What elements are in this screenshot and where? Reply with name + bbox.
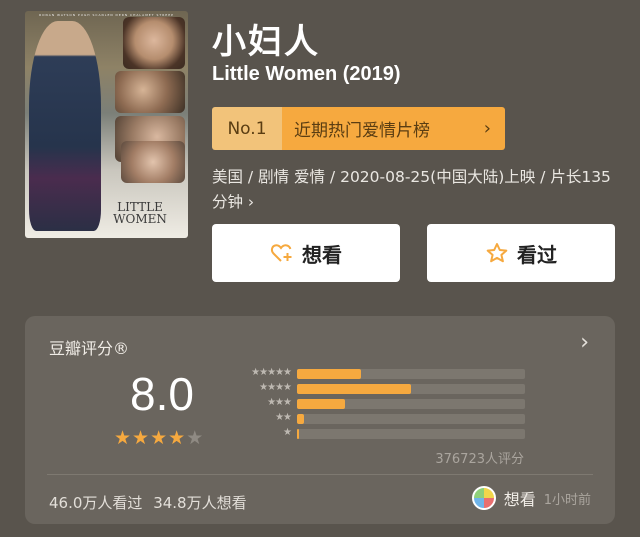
avatar [471, 486, 496, 510]
poster-figure-middle [115, 71, 185, 113]
movie-poster[interactable]: RONAN WATSON PUGH SCANLEN DERN CHALAMET … [25, 11, 188, 238]
rating-bar-fill [297, 369, 361, 379]
star-filled-icon: ★ [132, 427, 150, 449]
star-filled-icon: ★ [114, 427, 132, 449]
recent-activity-action: 想看 [503, 490, 536, 509]
movie-title-cn: 小妇人 [212, 22, 320, 62]
poster-title-line2: WOMEN [113, 212, 167, 226]
rating-bar-track [297, 414, 525, 424]
rating-bar-fill [297, 414, 304, 424]
rating-bar-track [297, 429, 525, 439]
poster-figure-main [29, 21, 101, 231]
rating-count: 376723人评分 [435, 452, 524, 467]
recent-activity[interactable]: 想看 1小时前 [471, 486, 591, 510]
poster-title: LITTLE WOMEN [100, 201, 180, 225]
rank-number: No.1 [212, 107, 282, 150]
rating-bar-fill [297, 429, 299, 439]
chevron-right-icon: › [483, 118, 491, 139]
rating-bar-stars-label: ★★★★★ [251, 367, 292, 378]
rating-bar-3-star: ★★★ [231, 397, 531, 409]
rating-bar-fill [297, 384, 411, 394]
rating-bar-stars-label: ★★ [275, 412, 292, 423]
rating-stars: ★ ★ ★ ★ ★ [114, 428, 203, 448]
watch-stats: 46.0万人看过 34.8万人想看 [49, 492, 247, 513]
rating-bar-stars-label: ★ [283, 427, 292, 438]
rank-label: 近期热门爱情片榜 [294, 121, 430, 141]
rating-card[interactable]: 豆瓣评分® › 8.0 ★ ★ ★ ★ ★ ★★★★★ ★★★★ ★★★ ★★ ★ 376723… [25, 316, 615, 524]
rating-header: 豆瓣评分® [49, 339, 130, 358]
want-to-watch-button[interactable]: 想看 [212, 224, 400, 282]
rank-list: 近期热门爱情片榜 › [282, 107, 505, 150]
rating-bar-4-star: ★★★★ [231, 382, 531, 394]
movie-title-en: Little Women (2019) [212, 63, 401, 85]
seen-count: 46.0万人看过 [49, 494, 143, 512]
rating-bar-2-star: ★★ [231, 412, 531, 424]
watched-label: 看过 [517, 242, 557, 267]
star-filled-icon: ★ [168, 427, 186, 449]
rank-badge[interactable]: No.1 近期热门爱情片榜 › [212, 107, 505, 150]
star-empty-icon: ★ [186, 427, 204, 449]
poster-figure-bottom [121, 141, 185, 183]
poster-figure-top [123, 17, 185, 69]
divider [47, 474, 593, 475]
rating-bar-fill [297, 399, 345, 409]
star-filled-icon: ★ [150, 427, 168, 449]
rating-bar-track [297, 369, 525, 379]
rating-bar-1-star: ★ [231, 427, 531, 439]
rating-bar-stars-label: ★★★ [267, 397, 292, 408]
want-count: 34.8万人想看 [153, 494, 247, 512]
star-outline-icon [485, 242, 509, 264]
recent-activity-time: 1小时前 [543, 492, 591, 508]
rating-bar-track [297, 399, 525, 409]
rating-bar-5-star: ★★★★★ [231, 367, 531, 379]
heart-plus-icon [270, 242, 294, 264]
rating-score: 8.0 [130, 368, 194, 420]
movie-info[interactable]: 美国 / 剧情 爱情 / 2020-08-25(中国大陆)上映 / 片长135分… [212, 165, 617, 215]
watched-button[interactable]: 看过 [427, 224, 615, 282]
want-to-watch-label: 想看 [302, 242, 342, 267]
rating-bar-stars-label: ★★★★ [259, 382, 292, 393]
chevron-right-icon[interactable]: › [580, 330, 589, 355]
rating-bar-track [297, 384, 525, 394]
